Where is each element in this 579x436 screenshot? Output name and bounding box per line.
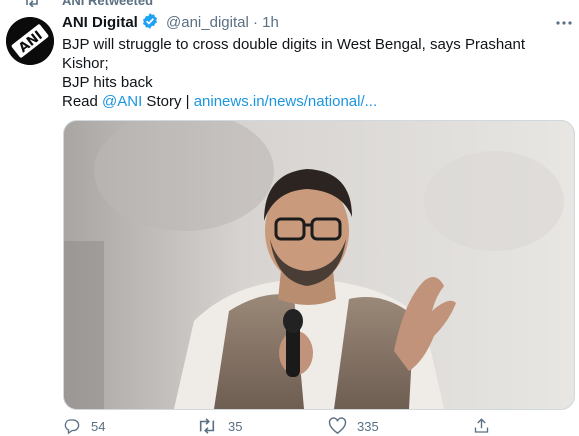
author-handle[interactable]: @ani_digital xyxy=(166,14,249,31)
like-count: 335 xyxy=(357,418,379,434)
heart-icon xyxy=(328,417,347,435)
like-button[interactable]: 335 xyxy=(328,416,379,436)
tweet-timestamp[interactable]: 1h xyxy=(262,14,279,31)
author-name[interactable]: ANI Digital xyxy=(62,14,138,31)
retweet-count: 35 xyxy=(228,418,243,434)
tweet-media-image[interactable] xyxy=(63,120,575,410)
story-separator: Story | xyxy=(142,93,194,110)
share-button[interactable] xyxy=(472,416,491,436)
avatar[interactable]: ANI xyxy=(6,17,54,65)
header-separator: · xyxy=(252,14,258,31)
tweet-text: BJP will struggle to cross double digits… xyxy=(62,35,572,92)
tweet-header: ANI Digital @ani_digital · 1h xyxy=(62,12,569,34)
share-icon xyxy=(474,418,489,433)
press-conference-photo xyxy=(64,121,574,409)
more-options-icon[interactable] xyxy=(555,16,573,30)
reply-icon xyxy=(64,419,80,435)
retweet-button[interactable]: 35 xyxy=(196,416,242,436)
reply-button[interactable]: 54 xyxy=(62,416,105,436)
read-prefix: Read xyxy=(62,93,103,110)
news-url-link[interactable]: aninews.in/news/national/... xyxy=(194,93,377,110)
tweet-text-line-2: BJP hits back xyxy=(62,74,153,91)
verified-badge-icon xyxy=(141,12,159,37)
reply-count: 54 xyxy=(91,418,106,434)
retweet-icon xyxy=(199,418,215,434)
retweet-small-icon xyxy=(24,0,40,8)
tweet-actions: 54 35 335 xyxy=(62,416,572,436)
ani-logo: ANI xyxy=(6,17,54,65)
tweet-text-line-1: BJP will struggle to cross double digits… xyxy=(62,36,526,72)
retweet-banner[interactable]: ANI Retweeted xyxy=(0,0,579,8)
read-story-line: Read @ANI Story | aninews.in/news/nation… xyxy=(62,92,377,111)
mention-link[interactable]: @ANI xyxy=(102,93,142,110)
retweet-banner-label: ANI Retweeted xyxy=(62,0,154,8)
